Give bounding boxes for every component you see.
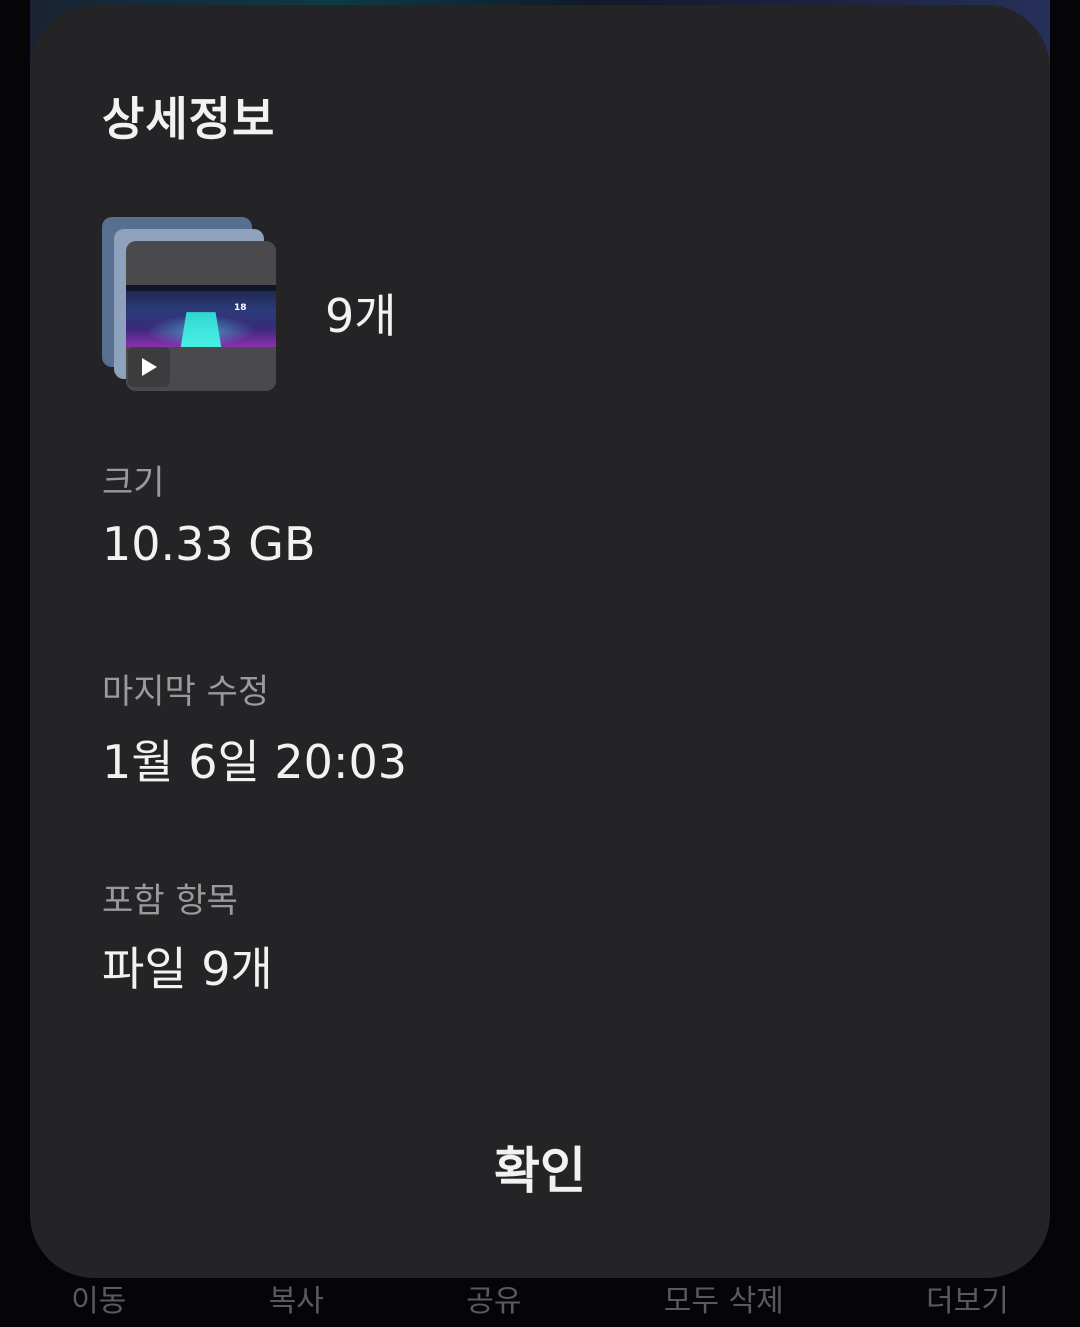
bottom-action-copy: 복사 xyxy=(268,1283,324,1319)
contents-label: 포함 항목 xyxy=(102,881,238,921)
bottom-action-delete-all: 모두 삭제 xyxy=(663,1283,784,1319)
size-value: 10.33 GB xyxy=(102,517,316,571)
modified-label: 마지막 수정 xyxy=(102,672,270,712)
bottom-action-share: 공유 xyxy=(466,1283,522,1319)
details-dialog: 상세정보 18 9개 크기 10.33 GB 마지막 수정 1월 6일 20:0… xyxy=(30,5,1050,1278)
dialog-title: 상세정보 xyxy=(102,92,276,146)
size-label: 크기 xyxy=(102,463,165,503)
video-thumbnail: 18 xyxy=(126,241,276,391)
modified-value: 1월 6일 20:03 xyxy=(102,735,407,789)
thumbnail-overlay-text: 18 xyxy=(234,303,247,313)
contents-value: 파일 9개 xyxy=(102,942,273,996)
video-preview: 18 xyxy=(126,285,276,347)
bottom-action-move: 이동 xyxy=(71,1283,127,1319)
item-count: 9개 xyxy=(325,289,397,343)
confirm-button[interactable]: 확인 xyxy=(440,1127,640,1207)
bottom-action-more: 더보기 xyxy=(926,1283,1009,1319)
play-icon xyxy=(128,347,170,387)
thumbnail-stack: 18 xyxy=(102,217,280,395)
